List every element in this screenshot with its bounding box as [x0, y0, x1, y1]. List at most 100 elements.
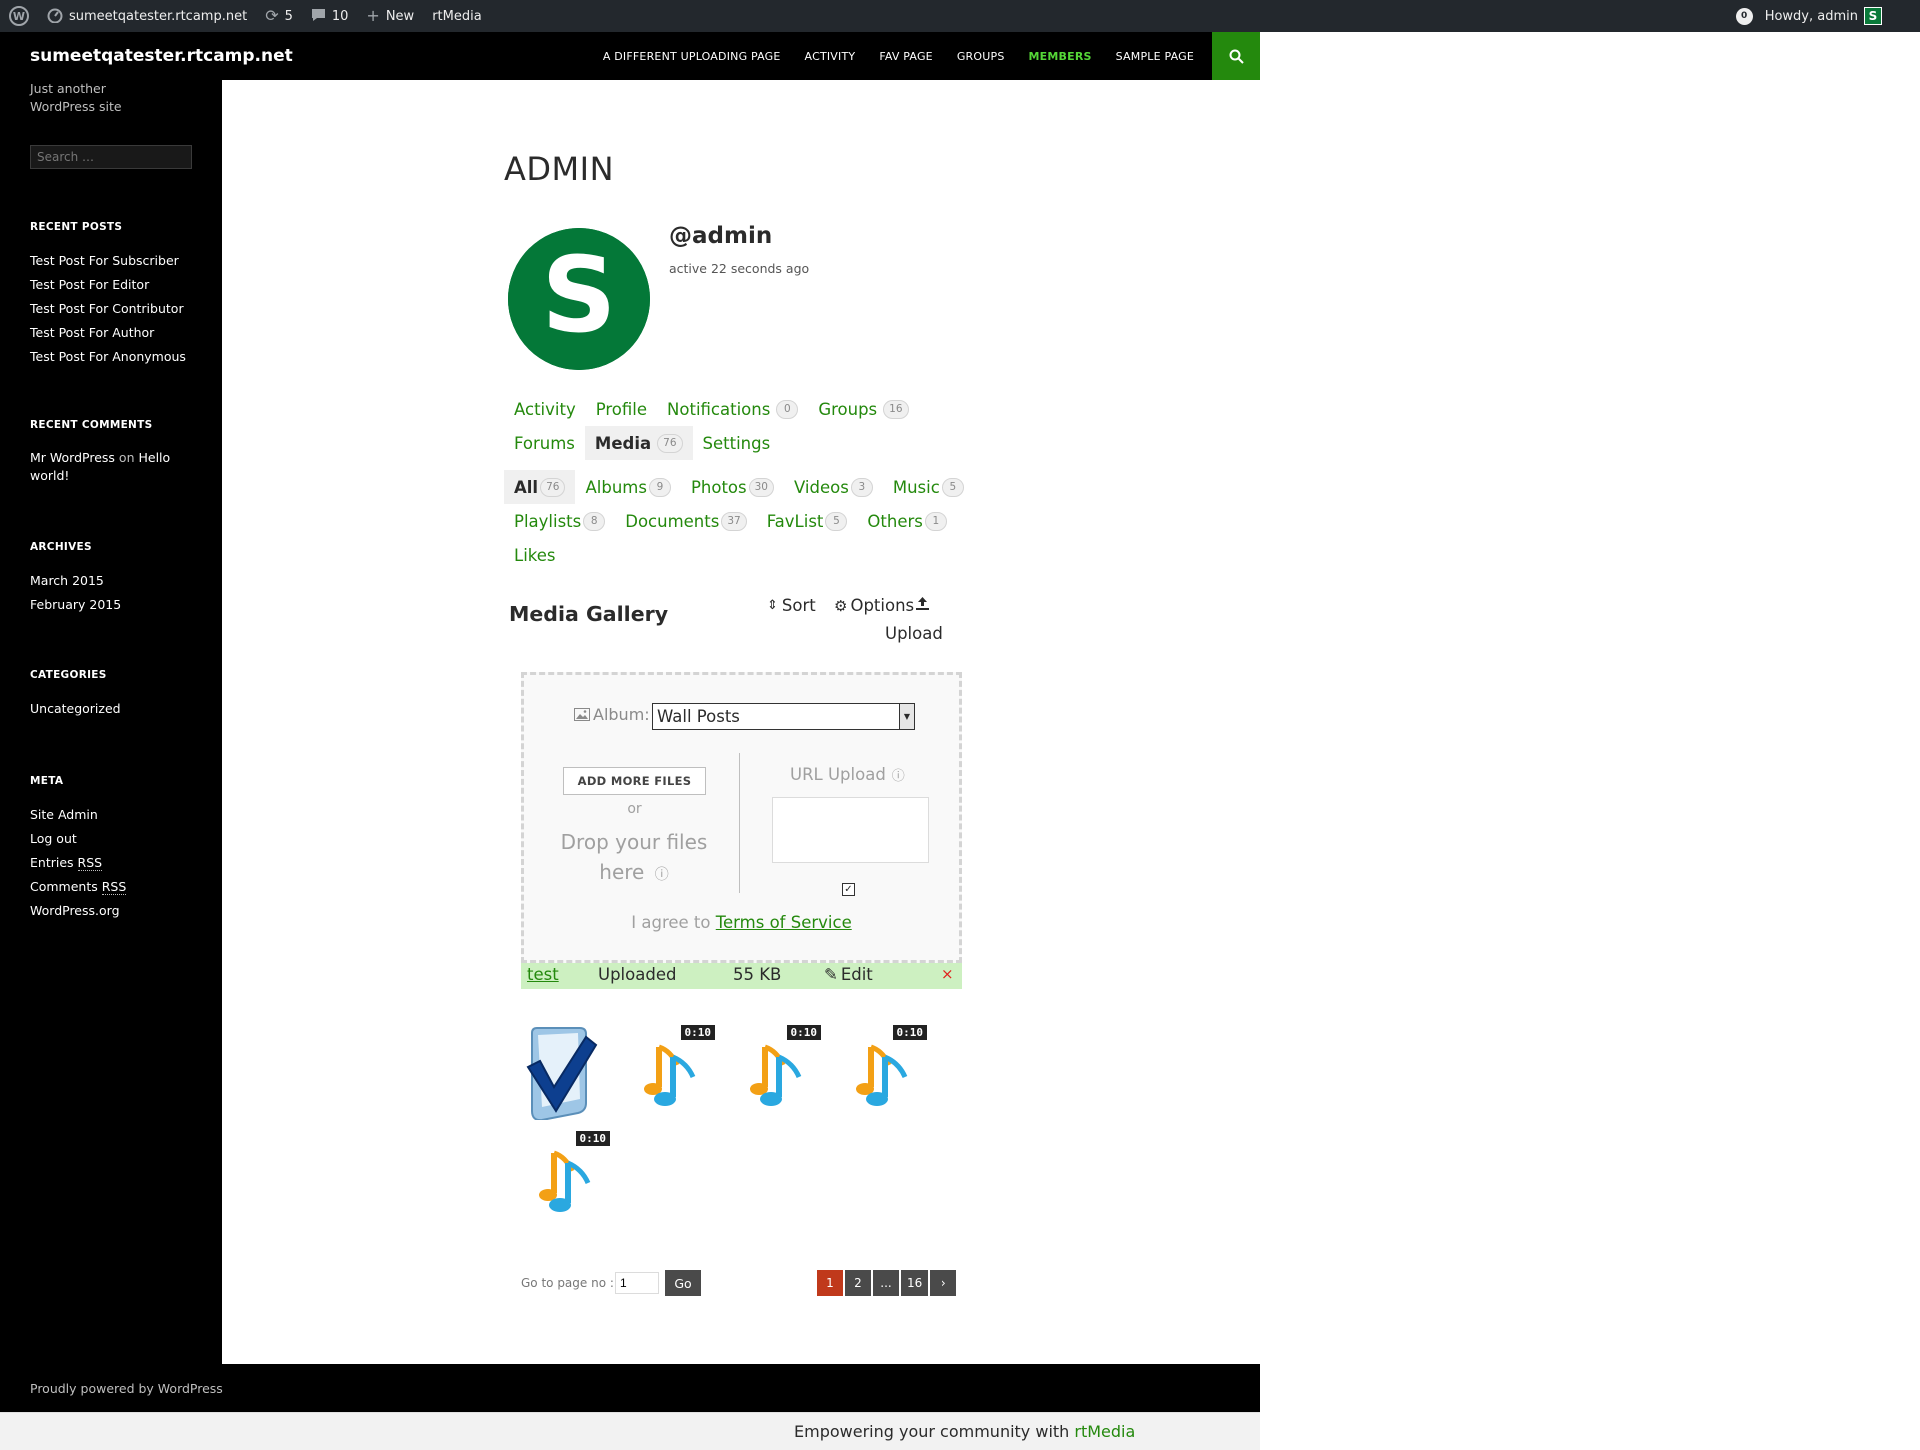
count-badge: 3 [850, 477, 873, 497]
tab-activity[interactable]: Activity [504, 392, 586, 426]
last-active-text: active 22 seconds ago [669, 261, 810, 276]
rtmedia-label: rtMedia [432, 8, 482, 24]
album-label: Album: [574, 705, 650, 724]
upload-dropzone[interactable]: Album: Wall Posts ▼ Add More Files or Dr… [521, 672, 962, 963]
archive-link[interactable]: February 2015 [30, 597, 121, 612]
remove-upload-button[interactable]: × [941, 965, 954, 983]
nav-item-groups[interactable]: Groups [945, 32, 1017, 80]
recent-post-link[interactable]: Test Post For Anonymous [30, 349, 186, 364]
url-upload-input[interactable] [772, 797, 929, 863]
entries-rss-link[interactable]: Entries RSS [30, 854, 103, 871]
nav-item-activity[interactable]: Activity [793, 32, 868, 80]
comment-author-link[interactable]: Mr WordPress [30, 450, 115, 465]
duration-badge: 0:10 [680, 1025, 715, 1040]
subtab-albums[interactable]: Albums 9 [575, 470, 680, 504]
drop-files-label: Drop your files here [560, 830, 708, 884]
nav-item-fav-page[interactable]: Fav Page [867, 32, 945, 80]
subtab-label: Documents [625, 511, 720, 531]
category-link[interactable]: Uncategorized [30, 701, 121, 716]
widget-title-meta: Meta [30, 774, 64, 787]
upload-button[interactable]: Upload [885, 624, 943, 643]
count-badge: 5 [941, 477, 964, 497]
go-to-page-input[interactable] [615, 1272, 659, 1294]
url-upload-text: URL Upload [790, 765, 886, 784]
music-note-icon [750, 1044, 802, 1106]
tab-forums[interactable]: Forums [504, 426, 585, 460]
subtab-favlist[interactable]: FavList 5 [757, 504, 858, 538]
wordpress-logo-icon: W [9, 6, 29, 26]
terms-of-service-link[interactable]: Terms of Service [716, 913, 852, 932]
media-item-music[interactable]: 0:10 [530, 1131, 610, 1221]
subtab-photos[interactable]: Photos 30 [681, 470, 784, 504]
tab-notifications[interactable]: Notifications 0 [657, 392, 808, 426]
info-icon[interactable]: ⓘ [655, 867, 669, 883]
site-title[interactable]: sumeetqatester.rtcamp.net [30, 46, 293, 66]
admin-bar-site-link[interactable]: sumeetqatester.rtcamp.net [38, 0, 256, 32]
music-note-icon [856, 1044, 908, 1106]
terms-checkbox[interactable]: ✓ [842, 883, 855, 896]
uploaded-file-link[interactable]: test [527, 965, 559, 984]
notification-count-badge[interactable]: 0 [1735, 7, 1753, 25]
widget-title-recent-posts: Recent Posts [30, 220, 123, 233]
album-select[interactable]: Wall Posts ▼ [652, 703, 915, 730]
wordpress-org-link[interactable]: WordPress.org [30, 903, 120, 918]
media-gallery-title: Media Gallery [509, 602, 669, 626]
search-toggle-button[interactable] [1212, 32, 1260, 80]
rtmedia-link[interactable]: rtMedia [1074, 1422, 1135, 1441]
subtab-label: FavList [766, 511, 824, 531]
tab-media[interactable]: Media 76 [584, 426, 693, 460]
media-item-music[interactable]: 0:10 [635, 1025, 715, 1115]
media-item-document[interactable] [520, 1025, 600, 1122]
howdy-user-menu[interactable]: Howdy, admin [1765, 9, 1858, 24]
info-icon[interactable]: ⓘ [892, 765, 905, 784]
nav-item-different-uploading-page[interactable]: A Different Uploading Page [591, 32, 793, 80]
media-item-music[interactable]: 0:10 [847, 1025, 927, 1115]
subtab-documents[interactable]: Documents 37 [615, 504, 756, 538]
subtab-videos[interactable]: Videos 3 [784, 470, 883, 504]
tab-profile[interactable]: Profile [586, 392, 657, 426]
edit-upload-button[interactable]: ✎ Edit [824, 965, 873, 984]
admin-bar-comments[interactable]: 10 [302, 0, 358, 32]
nav-item-members[interactable]: Members [1017, 32, 1104, 80]
page-number[interactable]: 2 [845, 1270, 871, 1296]
subtab-likes[interactable]: Likes [504, 538, 566, 572]
admin-bar-updates[interactable]: ⟳ 5 [256, 0, 302, 32]
subtab-all[interactable]: All 76 [504, 470, 576, 504]
powered-by-link[interactable]: Proudly powered by WordPress [30, 1381, 223, 1396]
upload-icon-button[interactable] [915, 596, 930, 611]
subtab-label: Albums [585, 477, 647, 497]
sidebar-search-input[interactable] [30, 144, 192, 169]
subtab-music[interactable]: Music 5 [883, 470, 974, 504]
admin-bar-new[interactable]: + New [357, 0, 423, 32]
next-page-button[interactable]: › [930, 1270, 957, 1296]
wordpress-menu[interactable]: W [0, 0, 38, 32]
media-item-music[interactable]: 0:10 [741, 1025, 821, 1115]
archive-link[interactable]: March 2015 [30, 573, 104, 588]
recent-post-link[interactable]: Test Post For Editor [30, 277, 149, 292]
sort-button[interactable]: ⇕ Sort [767, 596, 816, 615]
tab-settings[interactable]: Settings [693, 426, 781, 460]
page-number[interactable]: 1 [817, 1270, 843, 1296]
updates-count: 5 [284, 8, 293, 24]
page-number[interactable]: 16 [901, 1270, 929, 1296]
site-admin-link[interactable]: Site Admin [30, 807, 98, 822]
comments-rss-link[interactable]: Comments RSS [30, 878, 127, 895]
or-text: or [627, 801, 642, 817]
options-button[interactable]: ⚙ Options [834, 596, 914, 615]
profile-avatar[interactable]: S [508, 228, 650, 370]
count-badge: 9 [648, 477, 671, 497]
log-out-link[interactable]: Log out [30, 831, 77, 846]
go-button[interactable]: Go [665, 1270, 701, 1296]
add-more-files-button[interactable]: Add More Files [563, 767, 706, 795]
subtab-playlists[interactable]: Playlists 8 [504, 504, 615, 538]
tab-groups[interactable]: Groups 16 [808, 392, 918, 426]
tab-label: Groups [818, 399, 878, 419]
nav-item-sample-page[interactable]: Sample Page [1104, 32, 1206, 80]
subtab-others[interactable]: Others 1 [857, 504, 956, 538]
admin-bar-rtmedia[interactable]: rtMedia [423, 0, 491, 32]
recent-post-link[interactable]: Test Post For Subscriber [30, 253, 179, 268]
admin-bar-avatar[interactable]: S [1864, 7, 1882, 25]
tab-label: Media [594, 433, 652, 453]
recent-post-link[interactable]: Test Post For Contributor [30, 301, 184, 316]
recent-post-link[interactable]: Test Post For Author [30, 325, 154, 340]
